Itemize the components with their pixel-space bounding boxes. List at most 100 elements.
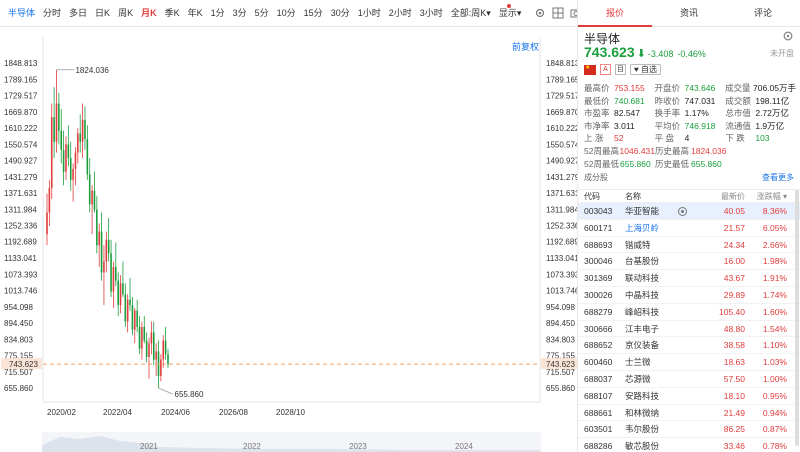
row-pct: 8.36% — [762, 206, 787, 216]
candle-body — [67, 144, 70, 159]
constituents-table-header: 代码 名称 最新价 涨跌幅 ▾ — [578, 189, 800, 203]
timeframe-3[interactable]: 日K — [91, 0, 114, 27]
table-row[interactable]: 688279 峰岹科技 105.40 1.60% — [578, 304, 800, 321]
quote-label: 最高价 — [584, 83, 610, 93]
tab-comments[interactable]: 评论 — [726, 0, 800, 26]
market-status: 未开盘 — [770, 49, 794, 58]
timeframe-14[interactable]: 1小时 — [354, 0, 385, 27]
table-row[interactable]: 688661 和林微纳 21.49 0.94% — [578, 405, 800, 422]
quote-value: 4 — [684, 133, 690, 144]
table-row[interactable]: 300046 台基股份 16.00 1.98% — [578, 253, 800, 271]
y-tick-right: 1311.984 — [546, 205, 577, 214]
quote-label: 市净率 — [584, 120, 610, 131]
table-row[interactable]: 003043 华亚智能 40.05 8.36% — [578, 203, 800, 220]
candle-body — [119, 283, 122, 306]
table-row[interactable]: 600460 士兰微 18.63 1.03% — [578, 354, 800, 371]
table-row[interactable]: 688286 敏芯股份 33.46 0.78% — [578, 438, 800, 452]
quote-row: 上 涨 52 平 盘 4 下 跌 103 — [584, 132, 796, 145]
timeframe-10[interactable]: 5分 — [251, 0, 273, 27]
quote-label: 平均价 — [654, 120, 681, 131]
candle-body — [58, 103, 60, 131]
y-tick-left: 954.098 — [4, 303, 33, 312]
col-price[interactable]: 最新价 — [721, 190, 745, 204]
quote-cell: 52周最低 655.860 — [584, 158, 655, 171]
candle-body — [86, 138, 89, 175]
y-tick-right: 1490.927 — [546, 157, 577, 166]
settings-gear-icon[interactable] — [782, 30, 794, 42]
grid-icon[interactable] — [552, 6, 564, 20]
quote-cell: 平 盘 4 — [655, 132, 726, 145]
y-tick-right: 1371.631 — [546, 189, 577, 198]
timeframe-15[interactable]: 2小时 — [385, 0, 416, 27]
quote-label: 最低价 — [584, 95, 610, 106]
target-icon[interactable] — [678, 207, 687, 216]
x-tick: 2028/10 — [276, 408, 305, 417]
table-row[interactable]: 688652 京仪装备 38.58 1.10% — [578, 337, 800, 355]
candle-body — [167, 354, 169, 365]
quote-value: 655.860 — [691, 158, 722, 169]
table-row[interactable]: 300026 中晶科技 29.89 1.74% — [578, 287, 800, 304]
kline-chart-svg[interactable]: 1848.813 1848.813 1789.165 1789.165 1729.517… — [0, 27, 577, 452]
quote-cell: 历史最高 1824.036 — [655, 145, 765, 158]
timeframe-12[interactable]: 15分 — [300, 0, 327, 27]
timeframe-2[interactable]: 多日 — [65, 0, 91, 27]
table-row[interactable]: 600171 上海贝岭 21.57 6.05% — [578, 220, 800, 237]
row-code: 300026 — [584, 289, 613, 300]
quote-label: 流通值 — [725, 120, 751, 131]
timeframe-4[interactable]: 周K — [114, 0, 137, 27]
y-tick-left: 1073.393 — [4, 270, 38, 279]
quote-row: 52周最低 655.860 历史最低 655.860 — [584, 158, 796, 171]
quote-cell: 历史最低 655.860 — [655, 158, 765, 171]
table-row[interactable]: 688693 锴威特 24.34 2.66% — [578, 237, 800, 254]
y-tick-right: 894.450 — [546, 319, 575, 328]
timeframe-5[interactable]: 月K — [137, 0, 161, 27]
y-tick-left: 1490.927 — [4, 157, 38, 166]
timeframe-1[interactable]: 分时 — [39, 0, 65, 27]
tab-quote[interactable]: 报价 — [578, 0, 652, 27]
col-name[interactable]: 名称 — [625, 190, 641, 204]
quote-row: 最高价 753.155 开盘价 743.646 成交量 706.05万手 — [584, 82, 796, 95]
scrollbar[interactable] — [795, 190, 799, 446]
tab-news[interactable]: 资讯 — [652, 0, 726, 26]
row-name: 芯源微 — [625, 373, 651, 384]
catalog-badge[interactable]: 目 — [615, 64, 626, 75]
gear-icon[interactable] — [534, 6, 546, 20]
timeframe-0[interactable]: 半导体 — [4, 0, 39, 27]
table-row[interactable]: 688107 安路科技 18.10 0.95% — [578, 388, 800, 405]
quote-value: 52 — [614, 133, 624, 144]
candle-body — [136, 310, 138, 327]
adjust-mode-button[interactable]: 前复权 — [512, 40, 539, 53]
kline-chart[interactable]: 1848.813 1848.813 1789.165 1789.165 1729.517… — [0, 27, 577, 452]
y-tick-left: 1848.813 — [4, 59, 38, 68]
display-dropdown[interactable]: 显示▾ — [495, 0, 526, 27]
candle-body — [115, 267, 117, 281]
row-code: 600460 — [584, 357, 613, 368]
timeframe-7[interactable]: 年K — [184, 0, 207, 27]
timeframe-9[interactable]: 3分 — [229, 0, 251, 27]
table-row[interactable]: 301369 联动科技 43.67 1.91% — [578, 270, 800, 287]
timeframe-8[interactable]: 1分 — [207, 0, 229, 27]
row-name: 上海贝岭 — [625, 222, 660, 233]
timeframe-13[interactable]: 30分 — [327, 0, 354, 27]
y-tick-right: 1669.870 — [546, 108, 577, 117]
col-pct[interactable]: 涨跌幅 ▾ — [757, 190, 787, 204]
timeframe-6[interactable]: 季K — [161, 0, 184, 27]
row-price: 40.05 — [723, 206, 745, 216]
y-tick-left: 1371.631 — [4, 189, 38, 198]
all-dropdown[interactable]: 全部:周K▾ — [447, 0, 495, 27]
row-code: 688279 — [584, 306, 613, 317]
y-tick-left: 1013.746 — [4, 286, 38, 295]
timeframe-11[interactable]: 10分 — [273, 0, 300, 27]
table-row[interactable]: 300666 江丰电子 48.80 1.54% — [578, 321, 800, 338]
row-price: 24.34 — [723, 239, 745, 250]
col-code[interactable]: 代码 — [584, 190, 600, 204]
timeframe-16[interactable]: 3小时 — [416, 0, 447, 27]
nav-tick: 2021 — [140, 442, 158, 451]
view-more-link[interactable]: 查看更多 — [762, 172, 794, 183]
add-watchlist-button[interactable]: ♥ 自选 — [630, 64, 661, 75]
table-row[interactable]: 688037 芯源微 57.50 1.00% — [578, 371, 800, 388]
row-name: 安路科技 — [625, 390, 660, 401]
table-row[interactable]: 603501 韦尔股份 86.25 0.87% — [578, 421, 800, 439]
y-tick-left: 1610.222 — [4, 124, 38, 133]
y-tick-right: 1252.336 — [546, 222, 577, 231]
